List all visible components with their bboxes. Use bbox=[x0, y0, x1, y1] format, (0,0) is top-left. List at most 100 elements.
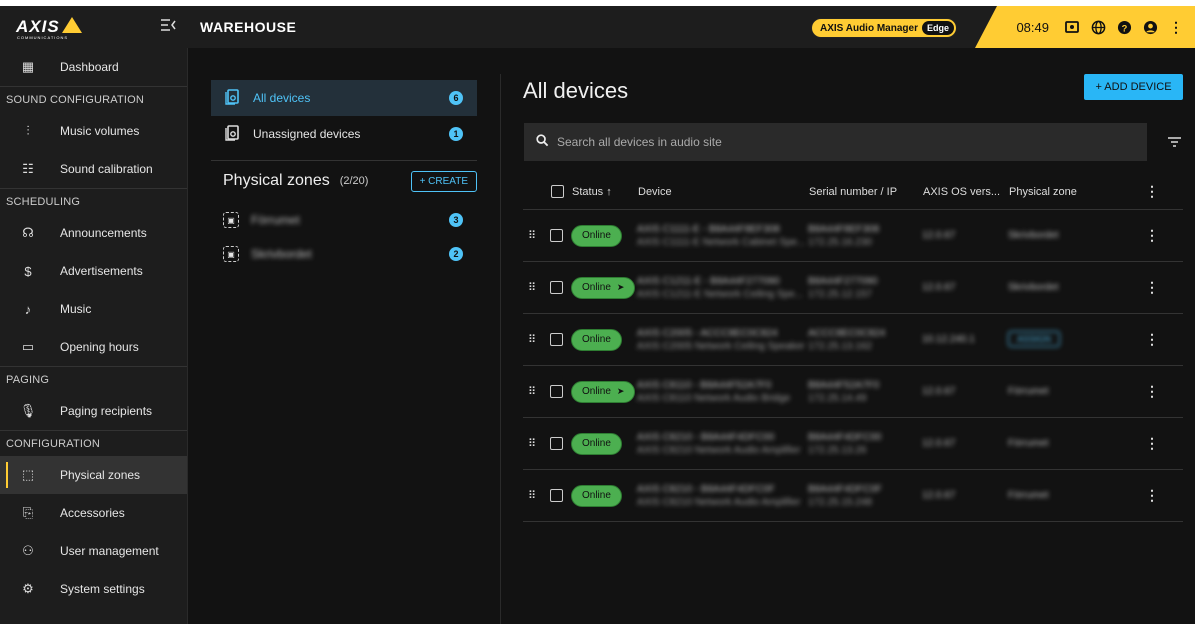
device-model: AXIS C8110 Network Audio Bridge bbox=[637, 392, 791, 404]
group-all-devices[interactable]: All devices 6 bbox=[211, 80, 477, 116]
group-count-badge: 6 bbox=[449, 91, 463, 105]
zone-name: Förrumet bbox=[1008, 386, 1049, 397]
sidebar-item-physical-zones[interactable]: ⬚ Physical zones bbox=[0, 456, 187, 494]
status-label: Online bbox=[582, 230, 611, 241]
status-label: Online bbox=[582, 490, 611, 501]
ip-address: 172.25.16.230 bbox=[808, 236, 872, 248]
sidebar-item-system-settings[interactable]: ⚙ System settings bbox=[0, 570, 187, 608]
sidebar-item-accessories[interactable]: ⎘ Accessories bbox=[0, 494, 187, 532]
sidebar-item-label: Music bbox=[60, 302, 92, 316]
users-icon: ⚇ bbox=[22, 543, 34, 558]
row-checkbox[interactable] bbox=[550, 385, 563, 398]
os-version: 10.12.240.1 bbox=[922, 334, 975, 345]
device-name: AXIS C8210 - B8A44F4DFC0F bbox=[637, 483, 775, 495]
status-label: Online bbox=[582, 282, 611, 293]
column-os-version[interactable]: AXIS OS vers... bbox=[923, 186, 1009, 198]
divider bbox=[211, 160, 477, 161]
zone-item[interactable]: ▣ Skrivbordet 2 bbox=[211, 237, 477, 271]
drag-handle-icon[interactable]: ⠿ bbox=[528, 489, 540, 502]
select-all-checkbox[interactable] bbox=[551, 185, 564, 198]
status-label: Online bbox=[582, 386, 611, 397]
drag-handle-icon[interactable]: ⠿ bbox=[528, 437, 540, 450]
table-row[interactable]: ⠿ Online AXIS C8210 - B8A44F4DFC0F AXIS … bbox=[523, 470, 1183, 522]
row-checkbox[interactable] bbox=[550, 229, 563, 242]
row-checkbox[interactable] bbox=[550, 437, 563, 450]
row-checkbox[interactable] bbox=[550, 489, 563, 502]
sidebar-section-configuration: CONFIGURATION bbox=[0, 430, 187, 456]
sidebar-section-sound: SOUND CONFIGURATION bbox=[0, 86, 187, 112]
globe-icon[interactable] bbox=[1089, 18, 1107, 36]
serial-number: B8A44F277090 bbox=[808, 275, 878, 287]
drag-handle-icon[interactable]: ⠿ bbox=[528, 229, 540, 242]
group-label: All devices bbox=[253, 91, 311, 105]
microphone-icon: 🎙︎ bbox=[19, 403, 37, 418]
os-version: 12.0.67 bbox=[922, 230, 956, 241]
row-menu-icon[interactable]: ⋮ bbox=[1145, 487, 1159, 504]
sidebar-item-music[interactable]: ♪ Music bbox=[0, 290, 187, 328]
sidebar-item-opening-hours[interactable]: ▭ Opening hours bbox=[0, 328, 187, 366]
column-device[interactable]: Device bbox=[638, 186, 809, 198]
assign-zone-button[interactable]: ASSIGN bbox=[1008, 331, 1061, 347]
sidebar-item-user-management[interactable]: ⚇ User management bbox=[0, 532, 187, 570]
svg-text:?: ? bbox=[1121, 23, 1127, 33]
column-physical-zone[interactable]: Physical zone bbox=[1009, 186, 1109, 198]
sidebar-item-paging-recipients[interactable]: 🎙︎ Paging recipients bbox=[0, 392, 187, 430]
drag-handle-icon[interactable]: ⠿ bbox=[528, 333, 540, 346]
row-menu-icon[interactable]: ⋮ bbox=[1145, 383, 1159, 400]
sidebar-item-advertisements[interactable]: $ Advertisements bbox=[0, 252, 187, 290]
row-menu-icon[interactable]: ⋮ bbox=[1145, 227, 1159, 244]
row-menu-icon[interactable]: ⋮ bbox=[1145, 435, 1159, 452]
create-zone-button[interactable]: + CREATE bbox=[410, 170, 477, 192]
filter-icon[interactable] bbox=[1168, 134, 1181, 150]
logo-text: AXIS bbox=[16, 17, 60, 36]
row-menu-icon[interactable]: ⋮ bbox=[1145, 279, 1159, 296]
sidebar-item-label: Accessories bbox=[60, 506, 125, 520]
row-checkbox[interactable] bbox=[550, 281, 563, 294]
zone-name: Förrumet bbox=[1008, 490, 1049, 501]
drag-handle-icon[interactable]: ⠿ bbox=[528, 281, 540, 294]
sidebar-item-dashboard[interactable]: ▦ Dashboard bbox=[0, 48, 187, 86]
search-placeholder: Search all devices in audio site bbox=[557, 135, 722, 149]
account-icon[interactable] bbox=[1141, 18, 1159, 36]
column-menu-icon[interactable]: ⋮ bbox=[1145, 183, 1159, 200]
product-badge-label: AXIS Audio Manager bbox=[820, 22, 918, 34]
sidebar-item-label: Dashboard bbox=[60, 60, 119, 74]
status-badge: Online bbox=[571, 432, 622, 455]
zone-item[interactable]: ▣ Förrumet 3 bbox=[211, 203, 477, 237]
product-badge[interactable]: AXIS Audio Manager Edge bbox=[811, 18, 957, 38]
serial-number: B8A44F4DFC0F bbox=[808, 483, 882, 495]
device-name: AXIS C8110 - B8A44F52A7F0 bbox=[637, 379, 772, 391]
table-row[interactable]: ⠿ Online ➤ AXIS C1211-E - B8A44F277090 A… bbox=[523, 262, 1183, 314]
device-model: AXIS C8210 Network Audio Amplifier bbox=[637, 444, 801, 456]
logo-subtitle: COMMUNICATIONS bbox=[17, 35, 69, 40]
group-unassigned-devices[interactable]: Unassigned devices 1 bbox=[211, 116, 477, 152]
ip-address: 172.25.13.26 bbox=[808, 444, 867, 456]
table-row[interactable]: ⠿ Online AXIS C2005 - ACCC8EC0C824 AXIS … bbox=[523, 314, 1183, 366]
table-row[interactable]: ⠿ Online AXIS C1111-E - B8A44F8EF308 AXI… bbox=[523, 210, 1183, 262]
column-serial[interactable]: Serial number / IP bbox=[809, 186, 923, 198]
sidebar-item-music-volumes[interactable]: ⫶ Music volumes bbox=[0, 112, 187, 150]
table-row[interactable]: ⠿ Online ➤ AXIS C8110 - B8A44F52A7F0 AXI… bbox=[523, 366, 1183, 418]
device-model: AXIS C8210 Network Audio Amplifier bbox=[637, 496, 801, 508]
device-model: AXIS C2005 Network Ceiling Speaker bbox=[637, 340, 805, 352]
logo: AXIS COMMUNICATIONS bbox=[0, 6, 188, 48]
drag-handle-icon[interactable]: ⠿ bbox=[528, 385, 540, 398]
table-row[interactable]: ⠿ Online AXIS C8210 - B8A44F4DFC00 AXIS … bbox=[523, 418, 1183, 470]
sidebar-item-sound-calibration[interactable]: ☷ Sound calibration bbox=[0, 150, 187, 188]
sidebar-item-announcements[interactable]: ☊ Announcements bbox=[0, 214, 187, 252]
row-menu-icon[interactable]: ⋮ bbox=[1145, 331, 1159, 348]
row-checkbox[interactable] bbox=[550, 333, 563, 346]
search-input[interactable]: Search all devices in audio site bbox=[524, 123, 1147, 161]
zone-name: Förrumet bbox=[1008, 438, 1049, 449]
menu-collapse-icon[interactable] bbox=[160, 18, 176, 32]
column-status[interactable]: Status ↑ bbox=[572, 186, 638, 198]
more-vertical-icon[interactable]: ⋮ bbox=[1167, 18, 1185, 36]
logo-triangle-icon bbox=[61, 17, 82, 33]
help-icon[interactable]: ? bbox=[1115, 18, 1133, 36]
add-device-button[interactable]: + ADD DEVICE bbox=[1084, 74, 1183, 100]
sidebar: ▦ Dashboard SOUND CONFIGURATION ⫶ Music vo… bbox=[0, 48, 188, 624]
music-note-icon: ♪ bbox=[24, 301, 32, 317]
zone-label: Förrumet bbox=[251, 213, 300, 227]
os-version: 12.0.67 bbox=[922, 386, 956, 397]
screen-icon[interactable] bbox=[1063, 18, 1081, 36]
